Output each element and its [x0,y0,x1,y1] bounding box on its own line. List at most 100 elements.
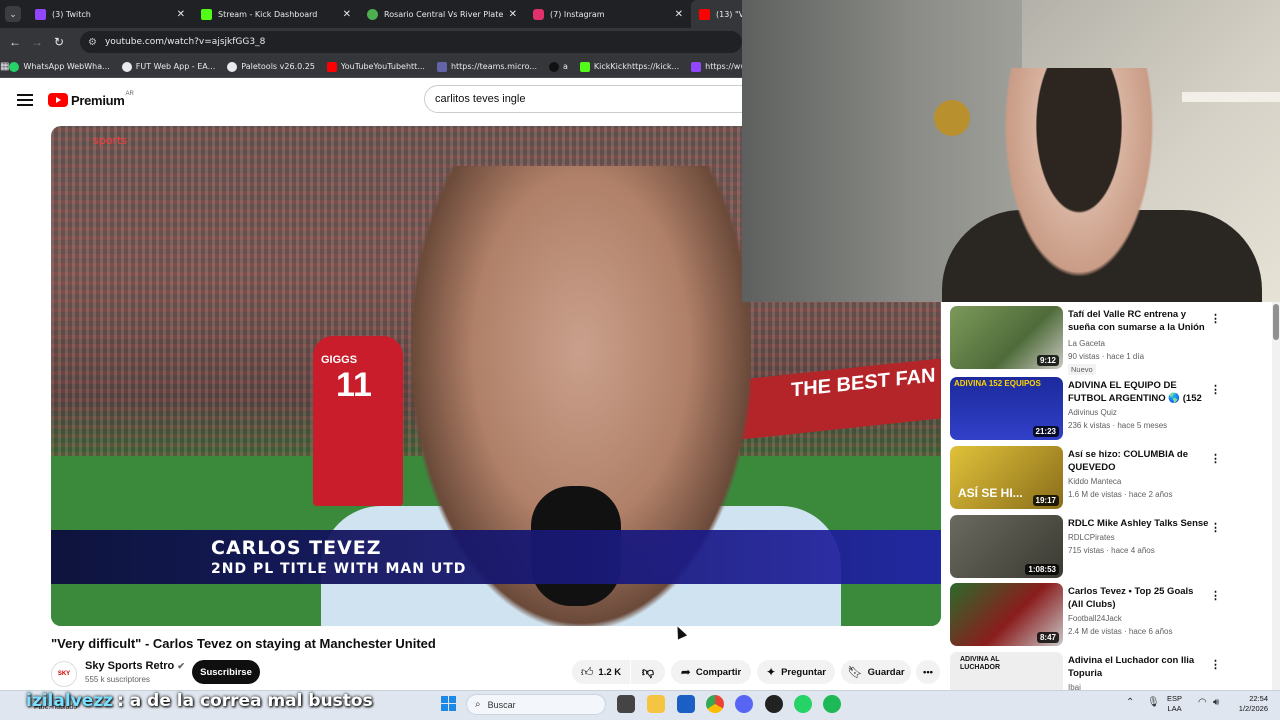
video-title[interactable]: Así se hizo: COLUMBIA de QUEVEDO [1068,448,1210,474]
close-tab-icon[interactable]: ✕ [509,9,517,20]
close-tab-icon[interactable]: ✕ [177,9,185,20]
channel-name[interactable]: Adivinus Quiz [1068,408,1117,417]
channel-name[interactable]: Football24Jack [1068,614,1122,623]
kick-icon [579,61,590,72]
video-thumbnail[interactable]: 8:47 [950,583,1063,646]
dislike-button[interactable]: 👎︎ [631,660,665,684]
video-thumbnail[interactable]: 1:08:53 [950,515,1063,578]
subscribe-button[interactable]: Suscribirse [192,660,260,684]
jersey-number: 11 [336,366,372,404]
tab-match[interactable]: Rosario Central Vs River Plate - ✕ [359,0,525,28]
shield-icon [367,8,378,20]
more-options-icon[interactable]: ⋮ [1210,452,1221,465]
video-title: "Very difficult" - Carlos Tevez on stayi… [51,636,436,651]
more-options-icon[interactable]: ⋮ [1210,312,1221,325]
video-thumbnail[interactable]: 9:12 [950,306,1063,369]
more-options-icon[interactable]: ⋮ [1210,589,1221,602]
menu-icon[interactable] [17,94,33,106]
ask-button[interactable]: ✦ Preguntar [757,660,835,684]
date: 1/2/2026 [1238,704,1268,713]
file-explorer-icon[interactable] [647,695,665,713]
clock[interactable]: 22:54 1/2/2026 [1232,694,1268,714]
tab-twitch[interactable]: (3) Twitch ✕ [27,0,193,28]
channel-name[interactable]: La Gaceta [1068,339,1105,348]
channel-name[interactable]: RDLCPirates [1068,533,1115,542]
search-value: carlitos teves ingle [435,93,526,105]
bookmark-youtube[interactable]: YouTubeYouTubehtt... [326,61,425,72]
save-label: Guardar [867,666,905,678]
youtube-icon [699,8,710,20]
volume-icon[interactable]: 🔊︎ [1213,697,1219,708]
task-view-icon[interactable] [617,695,635,713]
language-indicator[interactable]: ESP LAA [1167,694,1182,714]
bookmark-fut[interactable]: FUT Web App - EA... [121,61,215,72]
tab-kick[interactable]: Stream - Kick Dashboard ✕ [193,0,359,28]
share-button[interactable]: ➦ Compartir [671,660,751,684]
youtube-header: Premium AR carlitos teves ingle [0,78,754,122]
scrollbar[interactable] [1272,302,1280,690]
obs-icon[interactable] [765,695,783,713]
channel-name-text: Sky Sports Retro [85,660,175,672]
youtube-premium-logo[interactable]: Premium AR [48,91,134,108]
more-actions-button[interactable]: ••• [916,660,940,684]
video-title[interactable]: RDLC Mike Ashley Talks Sense [1068,517,1210,530]
microphone-icon[interactable]: 🎙︎ [1147,697,1160,708]
bookmark-a[interactable]: a [549,61,568,72]
more-options-icon[interactable]: ⋮ [1210,521,1221,534]
discord-icon[interactable] [735,695,753,713]
forward-icon[interactable]: → [26,35,48,49]
bookmark-whatsapp[interactable]: WhatsApp WebWha... [9,61,110,72]
screen: ⌄ (3) Twitch ✕ Stream - Kick Dashboard ✕… [0,0,1280,720]
subscriber-count: 555 k suscriptores [85,675,150,684]
channel-name[interactable]: Kiddo Manteca [1068,477,1121,486]
tab-search-chevron-icon[interactable]: ⌄ [5,6,21,22]
time: 22:54 [1249,694,1268,703]
chat-message: : a de la correa mal bustos [117,691,373,711]
video-title[interactable]: ADIVINA EL EQUIPO DE FUTBOL ARGENTINO 🌎 … [1068,379,1210,406]
bookmark-kick[interactable]: KickKickhttps://kick... [579,61,679,72]
whatsapp-icon [9,61,20,72]
like-button[interactable]: 👍︎ 1.2 K [572,660,630,684]
list-item[interactable]: ADIVINA 152 EQUIPOS 21:23 ADIVINA EL EQU… [950,377,1270,441]
list-item[interactable]: 8:47 Carlos Tevez • Top 25 Goals (All Cl… [950,583,1270,647]
avatar[interactable]: SKY [51,661,77,687]
url-field[interactable]: ⚙ youtube.com/watch?v=ajsjkfGG3_8 [80,31,742,53]
wifi-icon[interactable]: ◠ [1198,697,1207,708]
video-thumbnail[interactable]: ASÍ SE HI... 19:17 [950,446,1063,509]
scrollbar-thumb[interactable] [1273,304,1279,340]
list-item[interactable]: 1:08:53 RDLC Mike Ashley Talks Sense RDL… [950,515,1270,579]
bookmark-teams[interactable]: https://teams.micro... [436,61,537,72]
tray-chevron-up-icon[interactable]: ⌃ [1126,697,1134,708]
taskbar-search[interactable]: ⌕ Buscar [466,694,606,715]
whatsapp-icon[interactable] [794,695,812,713]
list-item[interactable]: 9:12 Tafí del Valle RC entrena y sueña c… [950,306,1270,375]
reload-icon[interactable]: ↻ [48,35,70,49]
search-input[interactable]: carlitos teves ingle [424,85,754,113]
tab-instagram[interactable]: (7) Instagram ✕ [525,0,691,28]
video-thumbnail[interactable]: ADIVINA 152 EQUIPOS 21:23 [950,377,1063,440]
spotify-icon[interactable] [823,695,841,713]
back-icon[interactable]: ← [4,35,26,49]
list-item[interactable]: ASÍ SE HI... 19:17 Así se hizo: COLUMBIA… [950,446,1270,510]
site-info-icon[interactable]: ⚙ [88,37,97,48]
bookmarks-bar: ▦ WhatsApp WebWha... FUT Web App - EA...… [0,56,767,78]
apps-grid-icon[interactable]: ▦ [0,61,9,72]
store-icon[interactable] [677,695,695,713]
more-options-icon[interactable]: ⋮ [1210,658,1221,671]
close-tab-icon[interactable]: ✕ [343,9,351,20]
windows-start-icon[interactable] [441,696,456,711]
chat-overlay: izilalvezz: a de la correa mal bustos [26,691,373,711]
channel-name[interactable]: Sky Sports Retro ✔ [85,660,185,672]
more-horizontal-icon: ••• [923,666,933,678]
chrome-icon[interactable] [706,695,724,713]
save-button[interactable]: 🔖︎ Guardar [841,660,911,684]
bookmark-paletools[interactable]: Paletools v26.0.25 [227,61,315,72]
duration-badge: 19:17 [1032,495,1059,506]
video-title[interactable]: Adivina el Luchador con Ilia Topuria [1068,654,1210,680]
more-options-icon[interactable]: ⋮ [1210,383,1221,396]
video-title[interactable]: Carlos Tevez • Top 25 Goals (All Clubs) [1068,585,1210,611]
webcam-person-head [994,68,1164,298]
video-meta: 1.6 M de vistas · hace 2 años [1068,490,1173,499]
video-title[interactable]: Tafí del Valle RC entrena y sueña con su… [1068,308,1210,335]
close-tab-icon[interactable]: ✕ [675,9,683,20]
